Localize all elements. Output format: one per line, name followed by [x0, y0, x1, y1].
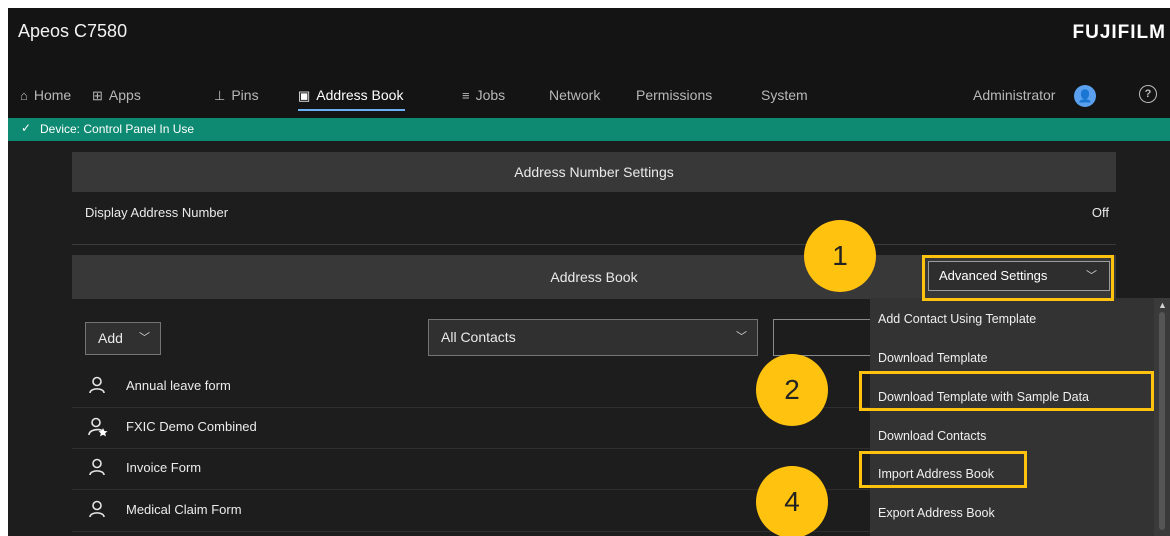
add-select[interactable]: Add ﹀ — [85, 322, 161, 355]
contacts-filter-select[interactable]: All Contacts ﹀ — [428, 319, 758, 356]
chevron-down-icon: ﹀ — [736, 331, 747, 343]
callout-badge-2: 2 — [756, 354, 828, 426]
person-icon — [89, 376, 105, 394]
address-book-title: Address Book — [550, 269, 638, 285]
person-icon — [89, 500, 105, 518]
address-number-settings-header: Address Number Settings — [72, 152, 1116, 192]
advanced-settings-button[interactable]: Advanced Settings ﹀ — [928, 261, 1110, 291]
user-avatar-icon[interactable]: 👤 — [1074, 85, 1096, 107]
callout-badge-1: 1 — [804, 220, 876, 292]
jobs-icon: ≡ — [462, 88, 470, 103]
chevron-down-icon: ﹀ — [1086, 270, 1097, 282]
check-icon: ✓ — [21, 121, 32, 135]
chevron-down-icon: ﹀ — [139, 332, 150, 344]
nav-address-book[interactable]: ▣ Address Book — [298, 87, 406, 111]
advanced-settings-menu: Add Contact Using Template Download Temp… — [870, 298, 1170, 536]
menu-download-contacts[interactable]: Download Contacts — [878, 429, 986, 443]
scroll-up-arrow-icon[interactable]: ▲ — [1158, 300, 1167, 310]
display-address-number-row[interactable]: Display Address Number Off — [72, 194, 1116, 245]
nav-permissions[interactable]: Permissions — [636, 87, 712, 103]
contact-name: Invoice Form — [126, 460, 202, 475]
pin-icon: ⊥ — [214, 88, 226, 103]
person-icon — [89, 458, 105, 476]
home-icon: ⌂ — [20, 88, 28, 103]
address-book-icon: ▣ — [298, 88, 311, 103]
brand-logo: FUJIFILM — [1072, 22, 1166, 43]
device-title: Apeos C7580 — [18, 21, 128, 41]
contact-name: FXIC Demo Combined — [126, 419, 257, 434]
nav-jobs[interactable]: ≡ Jobs — [462, 87, 505, 103]
address-book-header: Address Book Advanced Settings ﹀ — [72, 255, 1116, 299]
printer-web-ui: Apeos C7580 FUJIFILM ⌂ Home ⊞ Apps ⊥ Pins ▣… — [8, 8, 1170, 536]
nav-network[interactable]: Network — [549, 87, 600, 103]
display-address-number-value: Off — [1091, 205, 1109, 220]
apps-grid-icon: ⊞ — [92, 88, 103, 103]
user-label[interactable]: Administrator — [973, 87, 1055, 103]
nav-system[interactable]: System — [761, 87, 808, 103]
menu-import-address-book[interactable]: Import Address Book — [878, 467, 994, 481]
nav-home[interactable]: ⌂ Home — [20, 87, 71, 103]
main-nav: ⌂ Home ⊞ Apps ⊥ Pins ▣ Address Book ≡ Jobs Ne… — [8, 64, 1170, 118]
search-input[interactable] — [773, 319, 883, 356]
person-star-icon — [88, 417, 108, 437]
title-bar: Apeos C7580 FUJIFILM — [8, 8, 1170, 64]
menu-add-contact-using-template[interactable]: Add Contact Using Template — [878, 312, 1036, 326]
callout-badge-4: 4 — [756, 466, 828, 536]
help-icon[interactable]: ? — [1139, 85, 1157, 103]
nav-pins[interactable]: ⊥ Pins — [214, 87, 259, 104]
menu-export-address-book[interactable]: Export Address Book — [878, 506, 995, 520]
nav-apps[interactable]: ⊞ Apps — [92, 87, 141, 104]
menu-download-template[interactable]: Download Template — [878, 351, 988, 365]
status-bar: ✓ Device: Control Panel In Use — [8, 118, 1170, 141]
menu-scrollbar[interactable]: ▲ — [1154, 298, 1170, 536]
contact-name: Medical Claim Form — [126, 502, 242, 517]
display-address-number-label: Display Address Number — [85, 205, 229, 220]
menu-download-template-sample-data[interactable]: Download Template with Sample Data — [878, 390, 1089, 404]
scrollbar-thumb[interactable] — [1159, 312, 1165, 530]
status-text: Device: Control Panel In Use — [40, 122, 195, 136]
contact-name: Annual leave form — [126, 378, 231, 393]
